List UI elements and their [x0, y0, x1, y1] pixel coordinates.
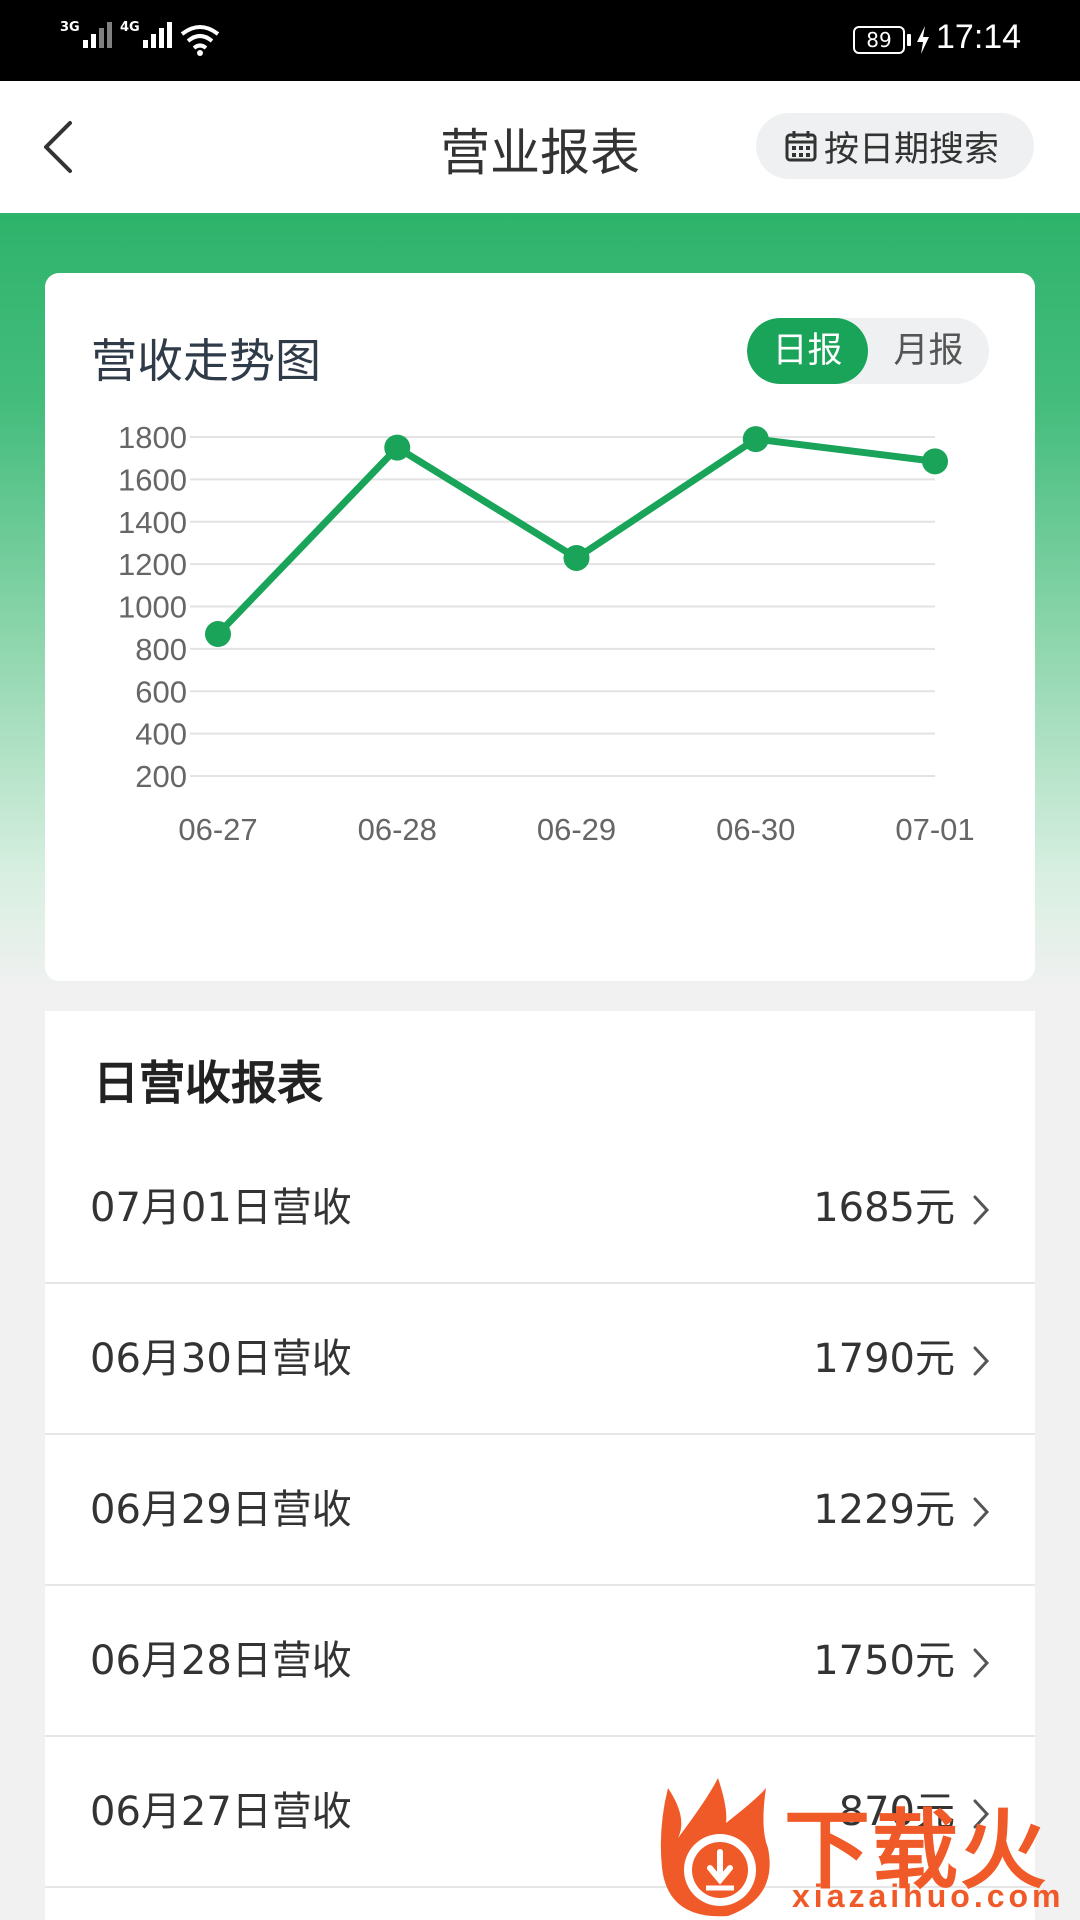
y-tick-label: 800 [135, 632, 187, 667]
date-search-label: 按日期搜索 [824, 129, 1000, 170]
battery-indicator: 89 [853, 26, 905, 54]
list-item-date: 06月29日营收 [90, 1487, 352, 1533]
list-item[interactable]: 06月28日营收 1750元 [45, 1586, 1035, 1737]
y-tick-label: 1800 [118, 420, 187, 455]
revenue-series-line [215, 435, 936, 637]
signal-4g-icon: 4G [120, 20, 175, 48]
list-item[interactable]: 06月29日营收 1229元 [45, 1435, 1035, 1586]
x-tick-label: 06-27 [178, 812, 257, 847]
chart-title: 营收走势图 [91, 334, 321, 388]
revenue-chart-card: 200 400 600 800 1000 1200 1400 1600 1800 06-27 06-… [45, 273, 1035, 981]
list-item-amount: 1790元 [813, 1336, 955, 1382]
list-item-date: 06月27日营收 [90, 1789, 352, 1835]
y-tick-label: 1000 [118, 590, 187, 625]
chevron-right-icon [973, 1346, 990, 1376]
back-button[interactable] [30, 111, 90, 181]
watermark-logo [660, 1778, 770, 1917]
date-search-button[interactable]: 按日期搜索 [756, 113, 1034, 179]
list-item-date: 07月01日营收 [90, 1185, 352, 1231]
y-tick-label: 1600 [118, 462, 187, 497]
data-point[interactable] [384, 434, 411, 461]
calendar-icon [785, 131, 817, 162]
y-tick-label: 600 [135, 674, 187, 709]
chevron-right-icon [973, 1648, 990, 1678]
x-tick-label: 06-30 [716, 812, 795, 847]
network-type-1: 3G [60, 20, 80, 35]
y-tick-label: 1400 [118, 505, 187, 540]
app-header: 营业报表 按日期搜索 [0, 81, 1080, 213]
tab-daily-report[interactable]: 日报 [747, 318, 868, 384]
status-bar: 3G 4G 89 17:14 [0, 0, 1080, 81]
list-item-date: 06月30日营收 [90, 1336, 352, 1382]
watermark-url: xiazaihuo.com [792, 1878, 1065, 1914]
x-tick-label: 07-01 [895, 812, 974, 847]
data-point[interactable] [563, 544, 590, 571]
chevron-right-icon [973, 1497, 990, 1527]
list-item-amount: 1685元 [813, 1185, 955, 1231]
wifi-icon [180, 25, 220, 56]
charging-icon [917, 26, 929, 54]
list-item[interactable]: 06月30日营收 1790元 [45, 1284, 1035, 1435]
back-arrow-icon [44, 121, 72, 173]
data-point[interactable] [205, 621, 231, 648]
list-item-amount: 1229元 [813, 1487, 955, 1533]
y-tick-label: 1200 [118, 547, 187, 582]
data-point[interactable] [922, 448, 948, 475]
list-item-amount: 1750元 [813, 1638, 955, 1684]
battery-nub [907, 34, 911, 46]
y-tick-label: 400 [135, 717, 187, 752]
list-title: 日营收报表 [93, 1056, 323, 1110]
report-period-toggle: 日报 月报 [747, 318, 989, 384]
chevron-right-icon [973, 1195, 990, 1225]
signal-3g-icon: 3G [60, 20, 115, 48]
network-type-2: 4G [120, 20, 140, 35]
y-tick-label: 200 [135, 759, 187, 794]
tab-monthly-report[interactable]: 月报 [868, 318, 989, 384]
list-item[interactable]: 07月01日营收 1685元 [45, 1133, 1035, 1284]
list-item-date: 06月28日营收 [90, 1638, 352, 1684]
x-tick-label: 06-29 [537, 812, 616, 847]
x-tick-label: 06-28 [358, 812, 437, 847]
status-time: 17:14 [936, 18, 1022, 56]
watermark: 下载火 xiazaihuo.com [634, 1778, 1080, 1920]
data-point[interactable] [742, 426, 769, 453]
